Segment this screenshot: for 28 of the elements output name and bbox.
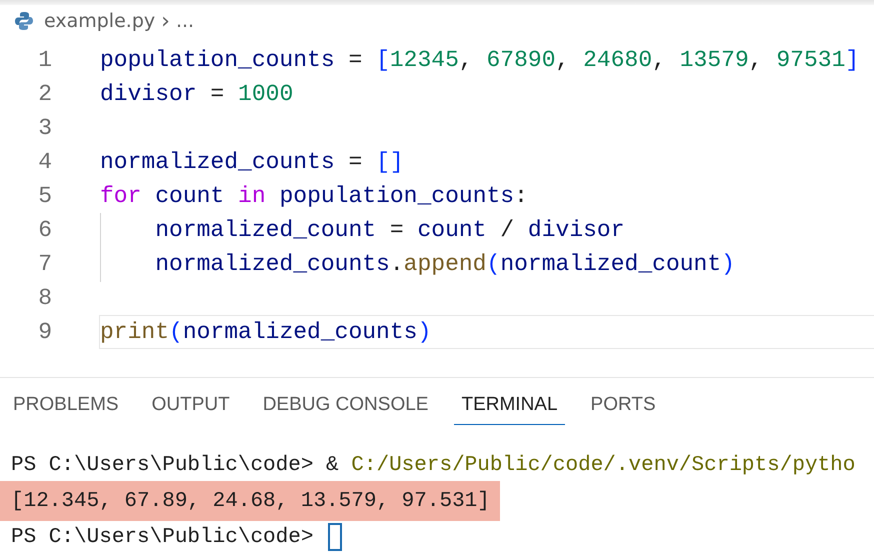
terminal-line: PS C:\Users\Public\code> & C:/Users/Public/code/.venv/Scripts/pytho (11, 454, 856, 476)
code-line: population_counts = [12345, 67890, 24680, 13579, 97531] (100, 47, 860, 73)
line-number: 5 (37, 183, 53, 209)
panel-tab[interactable]: PORTS (584, 388, 663, 425)
line-number: 4 (37, 149, 53, 175)
code-line: normalized_counts.append(normalized_count) (154, 251, 735, 277)
line-number: 7 (37, 251, 53, 277)
terminal-line: PS C:\Users\Public\code> (11, 526, 314, 548)
code-line: normalized_count = count / divisor (154, 217, 625, 243)
code-line: for count in population_counts: (100, 183, 528, 209)
line-number: 3 (37, 115, 53, 141)
code-line: print(normalized_counts) (100, 319, 432, 345)
line-number: 2 (37, 81, 53, 107)
terminal-line: [12.345, 67.89, 24.68, 13.579, 97.531] (11, 490, 490, 512)
panel-tab[interactable]: OUTPUT (144, 388, 237, 425)
line-number: 6 (37, 217, 53, 243)
breadcrumb-separator: › (161, 8, 170, 34)
panel-tab[interactable]: DEBUG CONSOLE (256, 388, 436, 425)
code-line: normalized_counts = [] (100, 149, 404, 175)
panel-tab[interactable]: PROBLEMS (6, 388, 126, 425)
breadcrumb-file[interactable]: example.py (44, 10, 156, 32)
line-number: 8 (37, 285, 53, 311)
breadcrumb-more[interactable]: ... (176, 10, 194, 32)
line-number: 1 (37, 47, 53, 73)
python-icon (14, 11, 34, 31)
code-line: divisor = 1000 (100, 81, 294, 107)
line-number: 9 (37, 319, 53, 345)
panel-tab[interactable]: TERMINAL (454, 388, 565, 425)
